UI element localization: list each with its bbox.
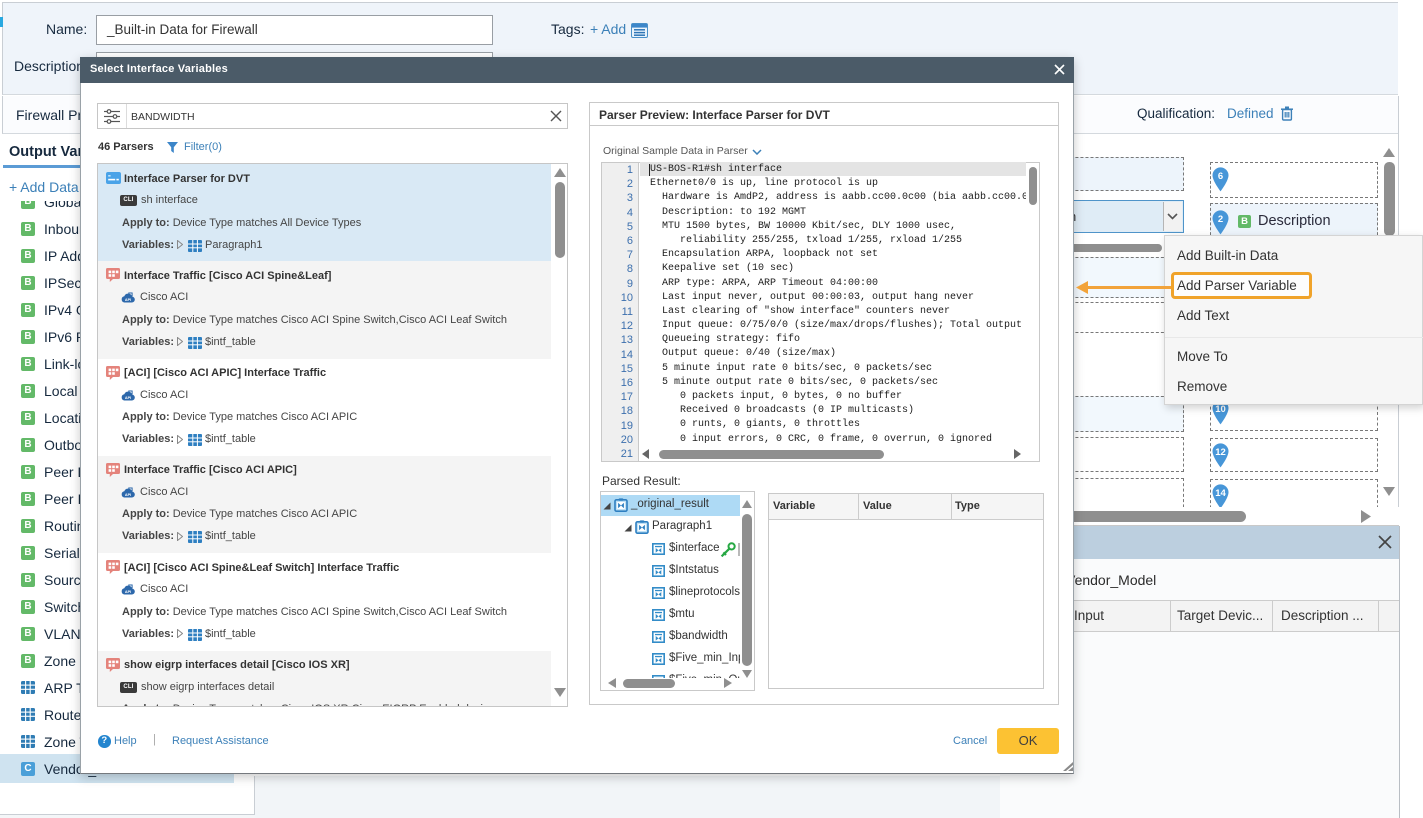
svg-text:14: 14 bbox=[1215, 488, 1226, 499]
svg-text:API: API bbox=[125, 493, 131, 497]
svg-text:2: 2 bbox=[1218, 214, 1223, 225]
svg-text:API: API bbox=[125, 396, 131, 400]
svg-text:API: API bbox=[125, 590, 131, 594]
svg-text:12: 12 bbox=[1215, 447, 1226, 458]
svg-text:6: 6 bbox=[1218, 171, 1223, 182]
svg-text:10: 10 bbox=[1215, 404, 1226, 415]
svg-text:API: API bbox=[125, 299, 131, 303]
